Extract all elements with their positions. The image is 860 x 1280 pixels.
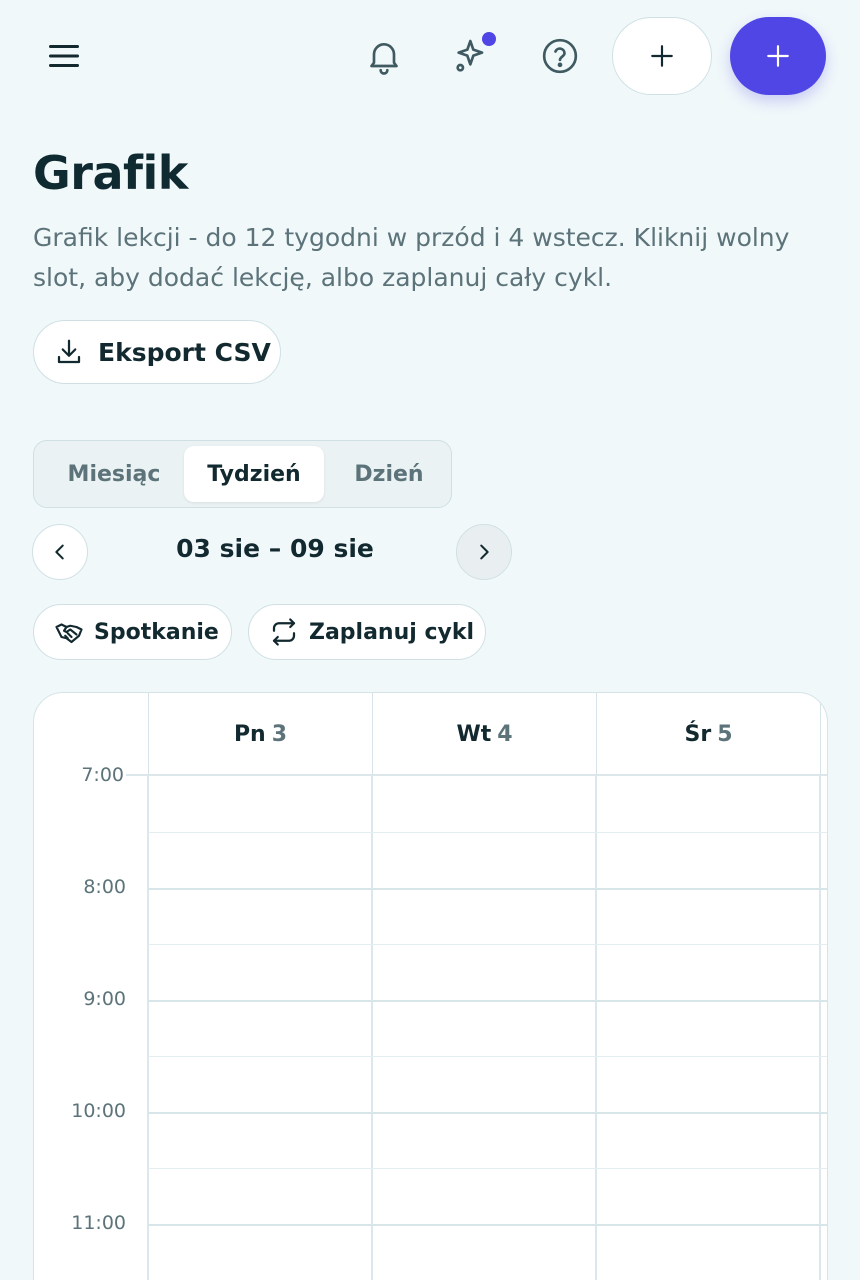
schedule-cycle-label: Zaplanuj cykl	[309, 619, 475, 645]
time-label: 11:00	[71, 1212, 126, 1234]
add-lesson-button[interactable]	[730, 17, 826, 95]
repeat-icon	[272, 618, 296, 646]
hour-line	[148, 1224, 827, 1226]
column-divider	[595, 775, 597, 1280]
tab-day[interactable]: Dzień	[324, 446, 454, 502]
time-label: 9:00	[83, 988, 126, 1010]
help-icon	[542, 38, 578, 74]
page-title: Grafik	[33, 146, 188, 200]
notifications-button[interactable]	[356, 28, 412, 84]
meeting-button[interactable]: Spotkanie	[33, 604, 232, 660]
chevron-right-icon	[480, 544, 489, 560]
previous-week-button[interactable]	[32, 524, 88, 580]
half-hour-line	[148, 832, 827, 833]
tab-month[interactable]: Miesiąc	[44, 446, 184, 502]
day-number: 4	[497, 721, 513, 747]
day-header-wednesday: Śr 5	[596, 693, 820, 775]
next-week-button[interactable]	[456, 524, 512, 580]
calendar-header: Pn 3 Wt 4 Śr 5	[34, 693, 827, 776]
day-name: Pn	[233, 721, 266, 747]
bell-icon	[370, 43, 398, 75]
day-header-tuesday: Wt 4	[372, 693, 596, 775]
notification-dot	[482, 32, 496, 46]
plus-icon	[767, 45, 789, 67]
day-name: Śr	[684, 721, 712, 747]
day-name: Wt	[456, 721, 492, 747]
view-switcher: Miesiąc Tydzień Dzień	[33, 440, 452, 508]
time-label: 7:00	[34, 764, 126, 786]
hour-line	[148, 888, 827, 890]
plus-icon	[651, 45, 673, 67]
time-label: 10:00	[71, 1100, 126, 1122]
tab-week[interactable]: Tydzień	[184, 446, 324, 502]
day-number: 3	[271, 721, 288, 747]
help-button[interactable]	[532, 28, 588, 84]
column-divider	[147, 775, 149, 1280]
half-hour-line	[148, 944, 827, 945]
quick-add-button[interactable]	[612, 17, 712, 95]
half-hour-line	[148, 1056, 827, 1057]
download-icon	[57, 339, 81, 364]
time-label: 8:00	[83, 876, 126, 898]
page-subtitle: Grafik lekcji - do 12 tygodni w przód i …	[33, 223, 790, 292]
export-csv-label: Eksport CSV	[98, 337, 271, 367]
menu-icon	[49, 45, 79, 67]
menu-button[interactable]	[40, 32, 88, 80]
schedule-cycle-button[interactable]: Zaplanuj cykl	[248, 604, 486, 660]
column-divider	[819, 775, 821, 1280]
half-hour-line	[148, 1168, 827, 1169]
export-csv-button[interactable]: Eksport CSV	[33, 320, 281, 384]
day-header-monday: Pn 3	[148, 693, 372, 775]
meeting-label: Spotkanie	[94, 619, 219, 645]
chevron-left-icon	[55, 544, 64, 560]
day-header-partial	[820, 693, 827, 775]
hour-line	[148, 1000, 827, 1002]
day-number: 5	[717, 721, 733, 747]
column-divider	[371, 775, 373, 1280]
handshake-icon	[55, 623, 83, 644]
date-range-label: 03 sie – 09 sie	[176, 534, 374, 563]
hour-line	[148, 1112, 827, 1114]
week-calendar: Pn 3 Wt 4 Śr 5 7:00 8:00 9:00 10:00 11:0…	[33, 692, 828, 1280]
